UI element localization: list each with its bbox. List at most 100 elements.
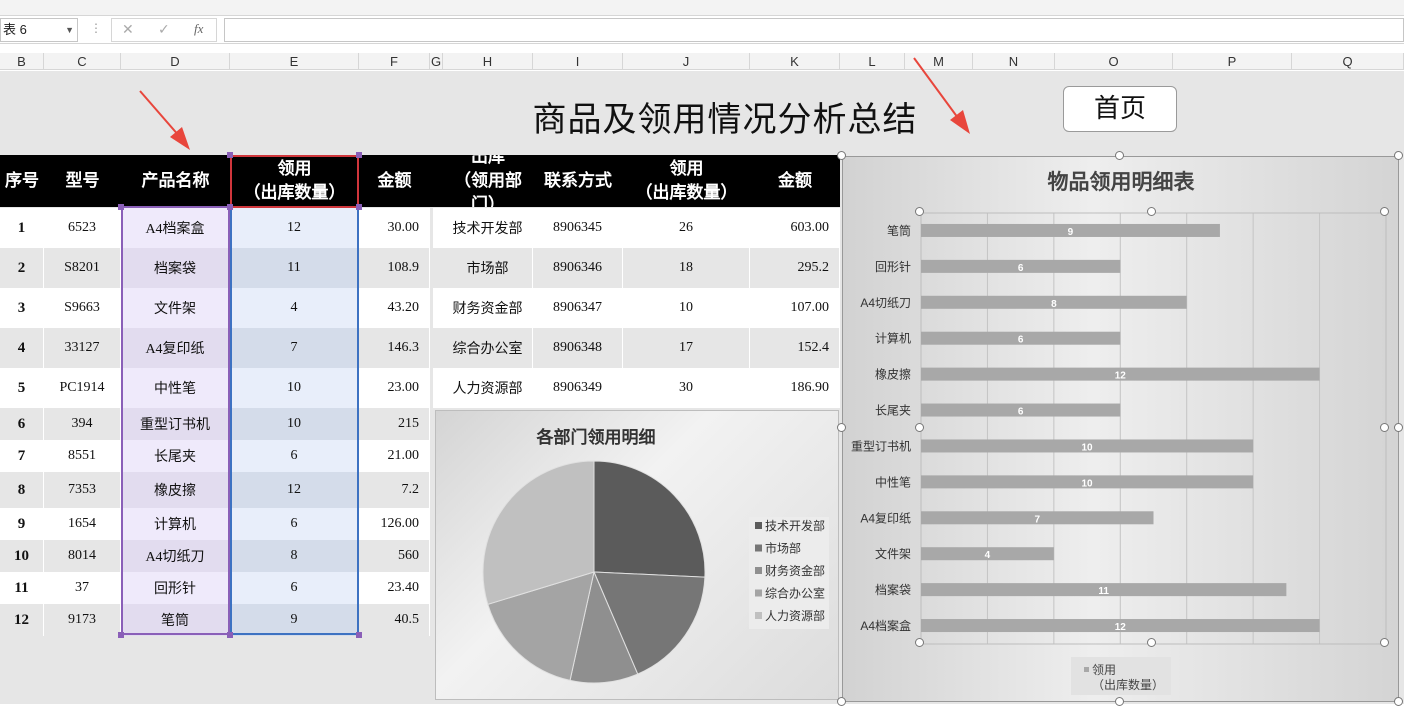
column-header[interactable]: F bbox=[359, 53, 430, 70]
bar-chart[interactable]: 物品领用明细表 笔筒 9 回形针 6 A4切纸刀 8 计算机 6 橡皮擦 12 长尾夹 6 重型订书机 10… bbox=[842, 156, 1399, 702]
table-cell[interactable]: 23.40 bbox=[359, 572, 430, 604]
home-button[interactable]: 首页 bbox=[1063, 86, 1177, 132]
column-header[interactable]: N bbox=[973, 53, 1055, 70]
table-cell[interactable]: 603.00 bbox=[750, 208, 840, 248]
selection-handle[interactable] bbox=[356, 204, 362, 210]
formula-input[interactable] bbox=[224, 18, 1404, 42]
bar-category-label: 长尾夹 bbox=[875, 404, 911, 418]
legend-swatch bbox=[755, 567, 762, 574]
resize-handle[interactable] bbox=[915, 207, 924, 216]
table-cell[interactable]: 18 bbox=[623, 248, 750, 288]
table-cell[interactable]: 43.20 bbox=[359, 288, 430, 328]
chevron-down-icon[interactable]: ▼ bbox=[65, 19, 74, 41]
column-header[interactable]: E bbox=[230, 53, 359, 70]
bar-data-label: 10 bbox=[1082, 442, 1094, 453]
table-cell[interactable]: 146.3 bbox=[359, 328, 430, 368]
cancel-icon[interactable]: ✕ bbox=[122, 21, 134, 38]
column-header[interactable]: H bbox=[443, 53, 533, 70]
table-cell[interactable]: S8201 bbox=[44, 248, 121, 288]
table-cell[interactable]: 17 bbox=[623, 328, 750, 368]
column-header[interactable]: C bbox=[44, 53, 121, 70]
selection-handle[interactable] bbox=[227, 152, 233, 158]
pie-chart[interactable]: 各部门领用明细 技术开发部 市场部 财务资金部 综合办公室 人力资源部 bbox=[435, 410, 839, 700]
resize-handle[interactable] bbox=[1115, 151, 1124, 160]
table-cell[interactable]: 26 bbox=[623, 208, 750, 248]
table-cell[interactable]: PC1914 bbox=[44, 368, 121, 408]
table-cell[interactable]: 7353 bbox=[44, 472, 121, 508]
resize-handle[interactable] bbox=[915, 638, 924, 647]
resize-handle[interactable] bbox=[1147, 638, 1156, 647]
resize-handle[interactable] bbox=[1394, 151, 1403, 160]
table-cell[interactable]: 8906349 bbox=[533, 368, 623, 408]
table-cell[interactable]: 186.90 bbox=[750, 368, 840, 408]
function-icon[interactable]: fx bbox=[194, 21, 203, 37]
resize-handle[interactable] bbox=[915, 423, 924, 432]
column-header[interactable]: I bbox=[533, 53, 623, 70]
resize-handle[interactable] bbox=[1147, 207, 1156, 216]
selection-handle[interactable] bbox=[118, 204, 124, 210]
table-cell[interactable]: S9663 bbox=[44, 288, 121, 328]
table-cell[interactable]: 37 bbox=[44, 572, 121, 604]
table-cell[interactable]: 8014 bbox=[44, 540, 121, 572]
table-cell[interactable]: 9173 bbox=[44, 604, 121, 636]
name-box[interactable]: 表 6 ▼ bbox=[0, 18, 78, 42]
table-cell[interactable]: 技术开发部 bbox=[443, 208, 533, 248]
table-cell[interactable]: 40.5 bbox=[359, 604, 430, 636]
table-cell[interactable]: 21.00 bbox=[359, 440, 430, 472]
resize-handle[interactable] bbox=[1394, 423, 1403, 432]
selection-handle[interactable] bbox=[118, 632, 124, 638]
table-cell[interactable]: 10 bbox=[623, 288, 750, 328]
table-cell[interactable]: 295.2 bbox=[750, 248, 840, 288]
table-cell[interactable]: 8551 bbox=[44, 440, 121, 472]
row-number: 6 bbox=[0, 408, 44, 440]
table-cell[interactable]: 8906347 bbox=[533, 288, 623, 328]
column-header[interactable]: O bbox=[1055, 53, 1173, 70]
column-header[interactable]: Q bbox=[1292, 53, 1404, 70]
column-header[interactable]: P bbox=[1173, 53, 1292, 70]
column-header[interactable]: J bbox=[623, 53, 750, 70]
table-cell[interactable]: 8906345 bbox=[533, 208, 623, 248]
table-cell[interactable]: 8906348 bbox=[533, 328, 623, 368]
table-cell[interactable]: 126.00 bbox=[359, 508, 430, 540]
resize-handle[interactable] bbox=[1380, 638, 1389, 647]
resize-handle[interactable] bbox=[1115, 697, 1124, 706]
selection-handle[interactable] bbox=[227, 632, 233, 638]
table-cell[interactable]: 财务资金部 bbox=[443, 288, 533, 328]
selection-handle[interactable] bbox=[356, 632, 362, 638]
table-cell[interactable]: 394 bbox=[44, 408, 121, 440]
table-cell[interactable]: 30 bbox=[623, 368, 750, 408]
table-cell[interactable]: 人力资源部 bbox=[443, 368, 533, 408]
bar-category-label: 文件架 bbox=[875, 546, 911, 561]
resize-handle[interactable] bbox=[1380, 423, 1389, 432]
confirm-icon[interactable]: ✓ bbox=[158, 21, 170, 38]
table-cell[interactable]: 560 bbox=[359, 540, 430, 572]
pie-chart-title: 各部门领用明细 bbox=[536, 427, 656, 447]
table-cell[interactable]: 152.4 bbox=[750, 328, 840, 368]
table-cell[interactable]: 107.00 bbox=[750, 288, 840, 328]
table-cell[interactable]: 综合办公室 bbox=[443, 328, 533, 368]
table-cell[interactable]: 8906346 bbox=[533, 248, 623, 288]
table-cell[interactable]: 市场部 bbox=[443, 248, 533, 288]
table-cell[interactable]: 30.00 bbox=[359, 208, 430, 248]
table-cell[interactable]: 6523 bbox=[44, 208, 121, 248]
column-header[interactable]: G bbox=[430, 53, 443, 70]
resize-handle[interactable] bbox=[837, 697, 846, 706]
column-header[interactable]: D bbox=[121, 53, 230, 70]
resize-handle[interactable] bbox=[1380, 207, 1389, 216]
resize-handle[interactable] bbox=[837, 151, 846, 160]
column-header[interactable]: B bbox=[0, 53, 44, 70]
table-cell[interactable]: 33127 bbox=[44, 328, 121, 368]
resize-handle[interactable] bbox=[1394, 697, 1403, 706]
table-cell[interactable]: 215 bbox=[359, 408, 430, 440]
table-cell[interactable]: 108.9 bbox=[359, 248, 430, 288]
column-header[interactable]: L bbox=[840, 53, 905, 70]
resize-handle[interactable] bbox=[837, 423, 846, 432]
legend-label: （出库数量） bbox=[1092, 677, 1164, 692]
table-cell[interactable]: 7.2 bbox=[359, 472, 430, 508]
table-cell[interactable]: 1654 bbox=[44, 508, 121, 540]
table-cell[interactable]: 23.00 bbox=[359, 368, 430, 408]
formula-bar: 表 6 ▼ ⋮ ✕ ✓ fx bbox=[0, 16, 1404, 44]
selection-handle[interactable] bbox=[227, 204, 233, 210]
column-header[interactable]: K bbox=[750, 53, 840, 70]
selection-handle[interactable] bbox=[356, 152, 362, 158]
